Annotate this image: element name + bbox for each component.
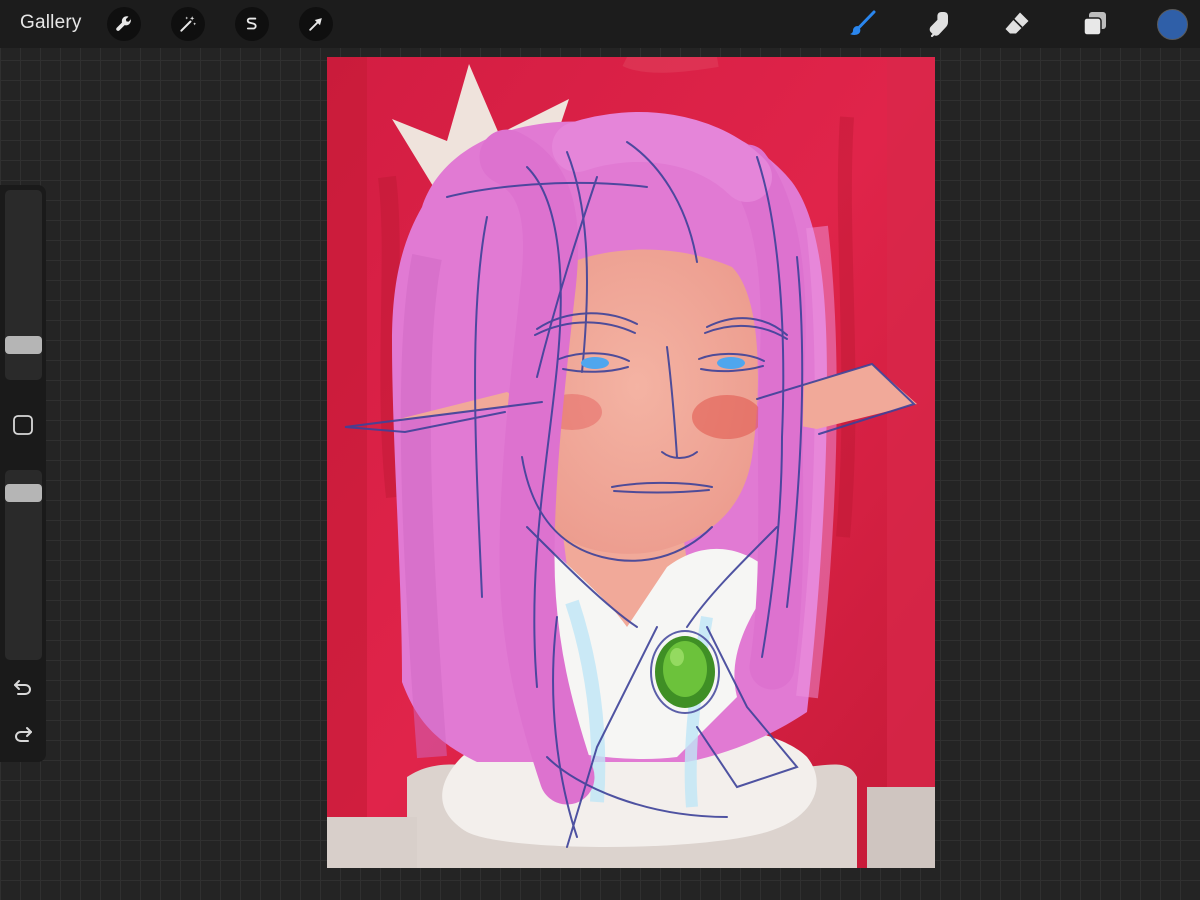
brush-tool-button[interactable]: [846, 8, 878, 40]
left-sidebar: [0, 185, 46, 762]
adjustments-button[interactable]: [171, 7, 205, 41]
wrench-icon: [116, 16, 132, 31]
brush-icon: [850, 10, 876, 35]
eraser-icon: [1005, 12, 1029, 34]
color-picker-button[interactable]: [1157, 9, 1188, 40]
smudge-finger-icon: [929, 12, 948, 38]
brush-size-slider[interactable]: [5, 190, 42, 380]
arrow-cursor-icon: [309, 18, 322, 31]
modify-square-icon[interactable]: [12, 414, 34, 436]
top-toolbar: Gallery: [0, 0, 1200, 48]
gallery-button[interactable]: Gallery: [20, 12, 82, 34]
magic-wand-icon: [180, 16, 197, 32]
procreate-app: Gallery: [0, 0, 1200, 900]
actions-button[interactable]: [107, 7, 141, 41]
eraser-tool-button[interactable]: [1001, 8, 1033, 40]
smudge-tool-button[interactable]: [924, 8, 956, 40]
opacity-thumb[interactable]: [5, 484, 42, 502]
opacity-slider[interactable]: [5, 470, 42, 660]
redo-icon[interactable]: [11, 722, 35, 746]
selection-s-icon: [246, 17, 257, 30]
undo-icon[interactable]: [11, 675, 35, 699]
transform-button[interactable]: [299, 7, 333, 41]
drawing-canvas[interactable]: [327, 57, 935, 868]
brush-size-thumb[interactable]: [5, 336, 42, 354]
selection-button[interactable]: [235, 7, 269, 41]
layers-icon: [1083, 12, 1106, 36]
artwork: [327, 57, 935, 868]
layers-button[interactable]: [1079, 8, 1111, 40]
